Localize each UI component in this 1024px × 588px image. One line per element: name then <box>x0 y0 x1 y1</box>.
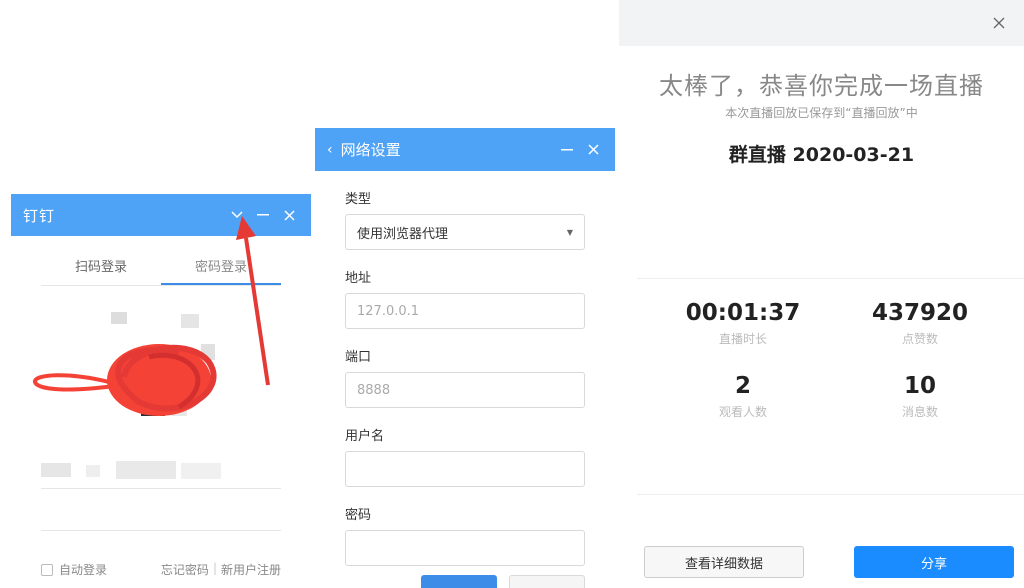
address-label: 地址 <box>345 271 372 286</box>
app-name: 钉钉 <box>23 206 56 225</box>
auto-login-label[interactable]: 自动登录 <box>59 561 107 578</box>
login-titlebar: 钉钉 <box>11 194 311 236</box>
live-group-title: 群直播 2020-03-21 <box>728 144 915 166</box>
stat-value: 437920 <box>871 300 969 326</box>
proxy-type-select[interactable]: 使用浏览器代理 ▼ <box>345 214 585 250</box>
port-label: 端口 <box>345 350 372 365</box>
caret-down-icon: ▼ <box>566 227 573 237</box>
stat-viewers: 2 观看人数 <box>668 373 818 420</box>
network-settings-window: ‹ 网络设置 类型 使用浏览器代理 ▼ 地址 127.0.0.1 端口 8888… <box>315 128 615 588</box>
stat-duration: 00:01:37 直播时长 <box>668 300 818 347</box>
stat-value: 10 <box>903 373 936 399</box>
stat-label: 直播时长 <box>718 332 767 346</box>
network-buttons <box>421 575 585 588</box>
stat-label: 观看人数 <box>718 405 767 419</box>
divider <box>637 278 1024 279</box>
redaction-scribble <box>33 344 217 416</box>
close-icon[interactable] <box>279 205 299 225</box>
back-icon[interactable]: ‹ <box>327 142 333 158</box>
login-footer: 自动登录 忘记密码 | 新用户注册 <box>41 561 281 578</box>
window-controls <box>227 205 299 225</box>
network-titlebar: ‹ 网络设置 <box>315 128 615 171</box>
minimize-icon[interactable] <box>557 140 577 160</box>
auto-login-checkbox[interactable] <box>41 563 53 576</box>
tab-password-login[interactable]: 密码登录 <box>161 246 281 285</box>
stat-value: 2 <box>734 373 751 399</box>
network-title: 网络设置 <box>340 141 401 159</box>
stat-label: 点赞数 <box>901 332 938 346</box>
port-input[interactable]: 8888 <box>345 372 585 408</box>
congrats-headline: 太棒了，恭喜你完成一场直播 <box>659 72 984 100</box>
close-icon[interactable] <box>583 140 603 160</box>
password-field[interactable] <box>41 530 281 531</box>
username-field-blurred[interactable] <box>41 459 221 479</box>
stat-likes: 437920 点赞数 <box>845 300 995 347</box>
register-link[interactable]: 新用户注册 <box>221 561 281 578</box>
username-input[interactable] <box>345 451 585 487</box>
stat-label: 消息数 <box>901 405 938 419</box>
footer-links: 忘记密码 | 新用户注册 <box>161 561 281 578</box>
minimize-icon[interactable] <box>253 205 273 225</box>
username-label: 用户名 <box>345 429 385 444</box>
stat-value: 00:01:37 <box>685 300 801 326</box>
replay-saved-note: 本次直播回放已保存到“直播回放”中 <box>725 106 918 120</box>
live-summary-panel: 太棒了，恭喜你完成一场直播 本次直播回放已保存到“直播回放”中 群直播 2020… <box>619 0 1024 588</box>
confirm-button[interactable] <box>421 575 497 588</box>
network-form: 类型 使用浏览器代理 ▼ 地址 127.0.0.1 端口 8888 用户名 密码 <box>315 188 615 566</box>
address-input[interactable]: 127.0.0.1 <box>345 293 585 329</box>
password-input[interactable] <box>345 530 585 566</box>
window-controls <box>557 140 603 160</box>
close-icon[interactable] <box>988 12 1010 34</box>
link-separator: | <box>212 561 217 575</box>
share-button[interactable]: 分享 <box>854 546 1014 578</box>
cancel-button[interactable] <box>509 575 585 588</box>
username-underline <box>41 488 281 489</box>
login-window: 钉钉 扫码登录 密码登录 自动登录 忘记密码 | 新用户注册 <box>11 194 311 588</box>
stat-messages: 10 消息数 <box>845 373 995 420</box>
forgot-password-link[interactable]: 忘记密码 <box>161 561 209 578</box>
proxy-type-value: 使用浏览器代理 <box>357 226 449 242</box>
password-label: 密码 <box>345 508 372 523</box>
divider <box>637 494 1024 495</box>
login-tabs: 扫码登录 密码登录 <box>41 246 281 286</box>
proxy-type-label: 类型 <box>345 192 372 207</box>
view-details-button[interactable]: 查看详细数据 <box>644 546 804 578</box>
panel-topbar <box>619 0 1024 46</box>
tab-qr-login[interactable]: 扫码登录 <box>41 246 161 285</box>
chevron-down-icon[interactable] <box>227 205 247 225</box>
